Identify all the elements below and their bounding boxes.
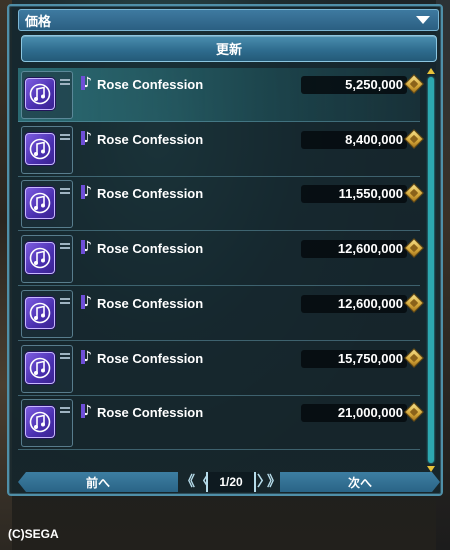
music-disc-icon [25, 352, 55, 384]
item-price: 11,550,000 [301, 185, 407, 203]
item-price: 15,750,000 [301, 350, 407, 368]
list-item[interactable]: ♪ Rose Confession 8,400,000 [18, 123, 424, 177]
scroll-up-arrow-icon[interactable] [427, 68, 435, 74]
music-disc-icon [25, 297, 55, 329]
item-icon-frame [21, 399, 73, 447]
item-icon-frame [21, 345, 73, 393]
item-price: 21,000,000 [301, 404, 407, 422]
item-name: Rose Confession [97, 296, 204, 311]
item-badge-icon [60, 79, 70, 85]
music-disc-icon [25, 242, 55, 274]
item-icon-frame [21, 126, 73, 174]
refresh-button[interactable]: 更新 [21, 35, 437, 62]
shop-search-panel: 価格 更新 ♪ Rose Confession 5,250,000 ♪ Rose Con… [7, 4, 443, 496]
music-note-icon: ♪ [81, 184, 92, 200]
item-badge-icon [60, 134, 70, 140]
music-note-icon: ♪ [81, 239, 92, 255]
first-page-button[interactable]: 《 [181, 473, 195, 491]
music-note-icon: ♪ [81, 130, 92, 146]
music-note-icon: ♪ [81, 349, 92, 365]
item-icon-frame [21, 180, 73, 228]
list-item[interactable]: ♪ Rose Confession 5,250,000 [18, 68, 424, 122]
music-note-icon: ♪ [81, 294, 92, 310]
sort-dropdown-label: 価格 [25, 13, 52, 29]
meseta-icon [404, 293, 424, 313]
music-disc-icon [25, 133, 55, 165]
music-note-icon: ♪ [81, 403, 92, 419]
item-badge-icon [60, 353, 70, 359]
music-disc-icon [25, 78, 55, 110]
meseta-icon [404, 238, 424, 258]
meseta-icon [404, 183, 424, 203]
meseta-icon [404, 348, 424, 368]
item-name: Rose Confession [97, 405, 204, 420]
meseta-icon [404, 402, 424, 422]
list-item[interactable]: ♪ Rose Confession 15,750,000 [18, 342, 424, 396]
list-item[interactable]: ♪ Rose Confession 12,600,000 [18, 232, 424, 286]
item-badge-icon [60, 407, 70, 413]
list-item[interactable]: ♪ Rose Confession 11,550,000 [18, 177, 424, 231]
music-note-icon: ♪ [81, 75, 92, 91]
previous-page-button[interactable]: 前へ [18, 472, 178, 492]
item-badge-icon [60, 188, 70, 194]
page-indicator: 1/20 [206, 472, 256, 492]
item-price: 12,600,000 [301, 295, 407, 313]
item-price: 12,600,000 [301, 240, 407, 258]
copyright-text: (C)SEGA [8, 527, 59, 541]
item-icon-frame [21, 235, 73, 283]
music-disc-icon [25, 406, 55, 438]
sort-dropdown[interactable]: 価格 [18, 9, 439, 31]
item-name: Rose Confession [97, 132, 204, 147]
item-badge-icon [60, 298, 70, 304]
scrollbar-thumb[interactable] [428, 77, 434, 463]
meseta-icon [404, 74, 424, 94]
item-price: 8,400,000 [301, 131, 407, 149]
meseta-icon [404, 129, 424, 149]
chevron-down-icon [416, 16, 430, 24]
item-name: Rose Confession [97, 241, 204, 256]
music-disc-icon [25, 187, 55, 219]
item-name: Rose Confession [97, 351, 204, 366]
pagination-bar: 前へ 《 〈 1/20 〉 》 次へ [18, 472, 440, 492]
item-icon-frame [21, 290, 73, 338]
list-item[interactable]: ♪ Rose Confession 21,000,000 [18, 396, 424, 450]
item-badge-icon [60, 243, 70, 249]
last-page-button[interactable]: 》 [267, 473, 281, 491]
scrollbar[interactable] [427, 68, 435, 472]
item-name: Rose Confession [97, 186, 204, 201]
list-item[interactable]: ♪ Rose Confession 12,600,000 [18, 287, 424, 341]
item-icon-frame [21, 71, 73, 119]
next-page-button[interactable]: 次へ [280, 472, 440, 492]
item-price: 5,250,000 [301, 76, 407, 94]
item-name: Rose Confession [97, 77, 204, 92]
